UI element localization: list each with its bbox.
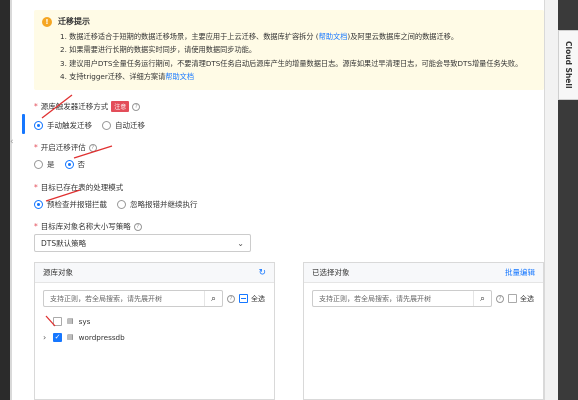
target-select-all[interactable]: 全选	[508, 294, 534, 304]
precheck-label: * 开启迁移评估 ?	[34, 142, 97, 153]
help-icon[interactable]: ?	[88, 143, 97, 152]
precheck-options: 是 否	[34, 159, 85, 170]
source-tree: ▤ sys › ✓ ▤ wordpressdb	[35, 307, 274, 351]
source-objects-panel: 源库对象 ↻ 支持正则，若全局搜索，请先展开树 ⌕ ? 全选 ▤ sys › ✓…	[34, 262, 275, 400]
notice-item-2: 2. 如果需要进行长期的数据实时同步，请使用数据同步功能。	[60, 45, 257, 55]
radio-auto-migrate[interactable]: 自动迁移	[102, 120, 145, 131]
existing-table-label: * 目标已存在表的处理模式	[34, 183, 124, 192]
chevron-down-icon: ⌄	[237, 238, 244, 248]
cloud-shell-label: Cloud Shell	[564, 41, 573, 89]
target-panel-title: 已选择对象	[312, 268, 350, 277]
case-policy-value: DTS默认策略	[41, 238, 87, 248]
database-icon: ▤	[67, 333, 74, 341]
migration-notice: ! 迁移提示 1. 数据迁移适合于短期的数据迁移场景，主要应用于上云迁移、数据库…	[34, 10, 544, 90]
radio-precheck-yes[interactable]: 是	[34, 159, 55, 170]
existing-table-options: 预检查并报错拦截 忽略报错并继续执行	[34, 199, 198, 210]
trigger-mode-options: 手动触发迁移 自动迁移	[34, 120, 145, 131]
radio-manual-trigger[interactable]: 手动触发迁移	[34, 120, 92, 131]
cloud-shell-tab[interactable]: Cloud Shell	[558, 30, 578, 100]
help-doc-link[interactable]: 帮助文档	[319, 32, 348, 41]
case-policy-label: * 目标库对象名称大小写策略 ?	[34, 221, 142, 232]
source-panel-title: 源库对象	[43, 268, 73, 277]
active-section-indicator	[22, 114, 25, 134]
tree-row[interactable]: ▤ sys	[43, 313, 266, 329]
notice-title: 迁移提示	[58, 17, 90, 26]
window-frame-left	[0, 0, 12, 400]
refresh-icon[interactable]: ↻	[258, 268, 266, 278]
help-icon[interactable]: ?	[227, 294, 235, 303]
warning-icon: !	[42, 16, 52, 27]
checkbox[interactable]: ✓	[53, 332, 62, 342]
radio-precheck-block[interactable]: 预检查并报错拦截	[34, 199, 107, 210]
notice-item-1: 1. 数据迁移适合于短期的数据迁移场景，主要应用于上云迁移、数据库扩容拆分 (帮…	[60, 32, 459, 41]
case-policy-select[interactable]: DTS默认策略 ⌄	[34, 234, 251, 252]
source-search-input[interactable]: 支持正则，若全局搜索，请先展开树 ⌕	[43, 290, 223, 307]
right-side-panel	[544, 0, 558, 400]
notice-item-4: 4. 支持trigger迁移、详细方案请帮助文档	[60, 71, 195, 81]
help-doc-link[interactable]: 帮助文档	[165, 72, 194, 81]
database-icon: ▤	[67, 317, 74, 325]
help-icon[interactable]: ?	[132, 102, 141, 111]
expand-arrow-icon[interactable]: ›	[43, 333, 48, 342]
help-icon[interactable]: ?	[496, 294, 504, 303]
notice-item-3: 3. 建议用户DTS全量任务运行期间，不要清理DTS任务启动后源库产生的增量数据…	[60, 58, 523, 68]
radio-ignore-continue[interactable]: 忽略报错并继续执行	[117, 199, 198, 210]
tree-row[interactable]: › ✓ ▤ wordpressdb	[43, 329, 266, 345]
notice-tag: 注意	[111, 101, 130, 112]
window-frame-right: Cloud Shell	[558, 0, 578, 400]
batch-edit-link[interactable]: 批量编辑	[505, 267, 535, 278]
help-icon[interactable]: ?	[133, 222, 142, 231]
tree-item-label: wordpressdb	[78, 332, 125, 342]
checkbox[interactable]	[53, 316, 62, 326]
tree-item-label: sys	[78, 316, 91, 326]
target-search-input[interactable]: 支持正则，若全局搜索，请先展开树 ⌕	[312, 290, 492, 307]
trigger-mode-label: * 源库触发器迁移方式 注意 ?	[34, 101, 141, 112]
selected-objects-panel: 已选择对象 批量编辑 支持正则，若全局搜索，请先展开树 ⌕ ? 全选	[303, 262, 544, 400]
radio-precheck-no[interactable]: 否	[64, 159, 85, 170]
search-icon[interactable]: ⌕	[473, 291, 491, 306]
collapse-chevron-icon[interactable]: ‹	[10, 137, 14, 147]
search-icon[interactable]: ⌕	[204, 291, 222, 306]
source-select-all[interactable]: 全选	[239, 294, 265, 304]
